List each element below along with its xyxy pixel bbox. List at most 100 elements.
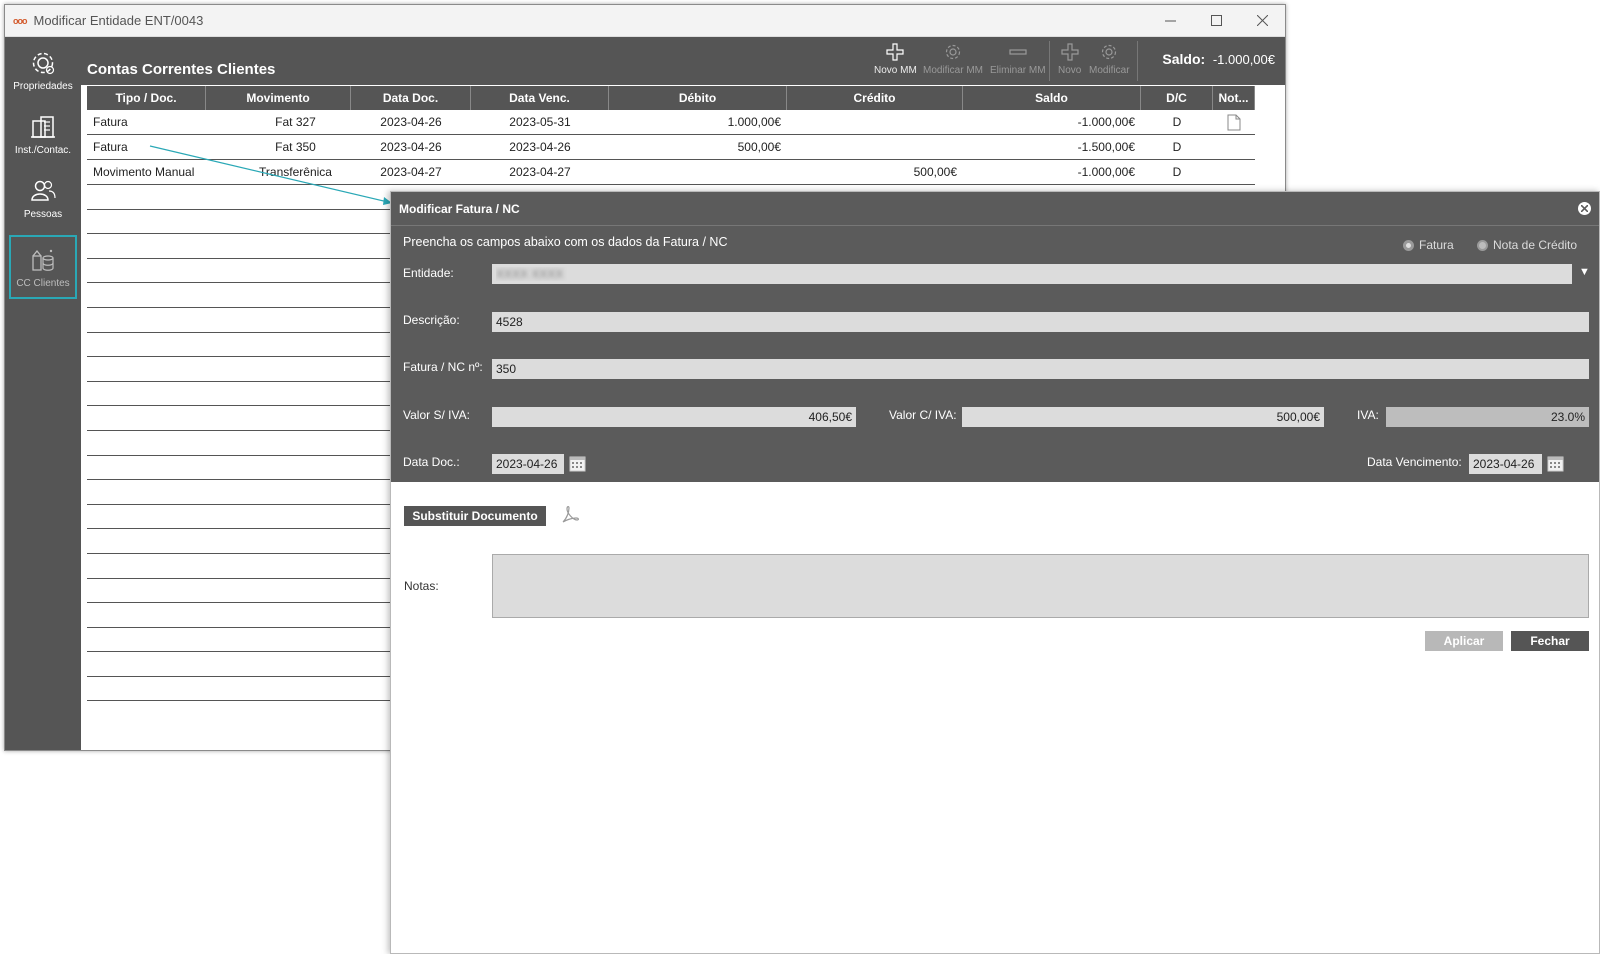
column-header-data-doc[interactable]: Data Doc. <box>351 86 471 110</box>
chevron-down-icon[interactable]: ▼ <box>1579 266 1590 278</box>
modificar-button[interactable]: Modificar <box>1089 43 1130 76</box>
entidade-select[interactable] <box>492 264 1572 284</box>
radio-fatura[interactable]: Fatura <box>1403 238 1454 252</box>
cell-saldo: -1.000,00€ <box>1077 115 1135 129</box>
sidebar-item-inst-contac[interactable]: Inst./Contac. <box>9 103 77 165</box>
empty-row <box>87 554 397 579</box>
novo-mm-button[interactable]: Novo MM <box>874 43 917 76</box>
fechar-button[interactable]: Fechar <box>1511 631 1589 651</box>
sidebar-item-label: CC Clientes <box>16 277 70 289</box>
saldo-value: -1.000,00€ <box>1212 52 1275 67</box>
radio-nota-credito[interactable]: Nota de Crédito <box>1477 238 1577 252</box>
fatura-nc-label: Fatura / NC nº: <box>403 360 483 374</box>
empty-row <box>87 505 397 530</box>
cell-dc: D <box>1172 115 1182 129</box>
calendar-icon[interactable] <box>569 455 586 472</box>
column-header-notas[interactable]: Not... <box>1213 86 1255 110</box>
column-header-tipo[interactable]: Tipo / Doc. <box>87 86 206 110</box>
column-header-dc[interactable]: D/C <box>1141 86 1213 110</box>
close-icon <box>1256 15 1268 26</box>
saldo-label: Saldo: <box>1162 51 1206 67</box>
cell-debito: 500,00€ <box>737 140 781 154</box>
cell-data-venc: 2023-04-26 <box>509 140 571 154</box>
data-vencimento-input[interactable] <box>1469 454 1542 474</box>
title-bar[interactable]: ooo Modificar Entidade ENT/0043 <box>5 5 1285 37</box>
iva-input[interactable] <box>1386 407 1589 427</box>
sidebar-item-propriedades[interactable]: Propriedades <box>9 39 77 101</box>
window-controls <box>1147 5 1285 37</box>
descricao-input[interactable] <box>492 312 1589 332</box>
modificar-label: Modificar <box>1089 65 1130 76</box>
cell-tipo: Fatura <box>93 115 128 129</box>
column-header-credito[interactable]: Crédito <box>787 86 963 110</box>
data-doc-input[interactable] <box>492 454 564 474</box>
minimize-icon <box>1164 20 1176 22</box>
column-header-saldo[interactable]: Saldo <box>963 86 1141 110</box>
novo-button[interactable]: Novo <box>1058 43 1081 76</box>
plus-icon <box>1061 43 1079 61</box>
table-row[interactable]: Fatura Fat 350 2023-04-26 2023-04-26 500… <box>87 135 1255 160</box>
section-title: Contas Correntes Clientes <box>87 61 276 78</box>
cell-credito <box>787 110 963 134</box>
cell-credito <box>787 135 963 159</box>
sidebar: Propriedades Inst./Contac. Pessoas CC Cl… <box>5 37 81 750</box>
close-button[interactable] <box>1239 5 1285 37</box>
empty-row <box>87 382 397 407</box>
cell-credito: 500,00€ <box>913 165 957 179</box>
sidebar-item-cc-clientes[interactable]: CC Clientes <box>9 235 77 299</box>
fatura-nc-input[interactable] <box>492 359 1589 379</box>
cell-movimento: Fat 327 <box>275 115 316 129</box>
column-header-movimento[interactable]: Movimento <box>206 86 351 110</box>
empty-row <box>87 652 397 677</box>
cell-data-doc: 2023-04-26 <box>380 140 442 154</box>
column-header-data-venc[interactable]: Data Venc. <box>471 86 609 110</box>
table-row[interactable]: Fatura Fat 327 2023-04-26 2023-05-31 1.0… <box>87 110 1255 135</box>
empty-row <box>87 406 397 431</box>
empty-row <box>87 603 397 628</box>
table-row[interactable]: Movimento Manual Transferênica 2023-04-2… <box>87 160 1255 185</box>
dialog-title: Modificar Fatura / NC <box>399 201 520 216</box>
calendar-icon[interactable] <box>1547 455 1564 472</box>
eliminar-mm-label: Eliminar MM <box>990 65 1046 76</box>
cell-debito <box>609 160 787 184</box>
empty-row <box>87 234 397 259</box>
toolbar: Contas Correntes Clientes Novo MM Modifi… <box>81 37 1285 85</box>
gear-icon <box>32 52 55 74</box>
cell-dc: D <box>1172 140 1182 154</box>
sidebar-item-label: Propriedades <box>13 80 73 92</box>
dialog-subtitle: Preencha os campos abaixo com os dados d… <box>403 235 728 249</box>
valor-c-iva-input[interactable] <box>962 407 1324 427</box>
cell-saldo: -1.000,00€ <box>1077 165 1135 179</box>
saldo-display: Saldo: -1.000,00€ <box>1162 51 1275 67</box>
minimize-button[interactable] <box>1147 5 1193 37</box>
empty-row <box>87 185 397 210</box>
sidebar-item-pessoas[interactable]: Pessoas <box>9 167 77 229</box>
pdf-icon[interactable] <box>559 504 581 526</box>
toolbar-separator <box>1049 41 1050 81</box>
cell-notas[interactable] <box>1213 110 1255 134</box>
document-icon[interactable] <box>1227 114 1241 131</box>
empty-row <box>87 677 397 702</box>
modificar-mm-label: Modificar MM <box>923 65 984 76</box>
data-vencimento-label: Data Vencimento: <box>1367 455 1462 469</box>
iva-label: IVA: <box>1357 408 1379 422</box>
valor-s-iva-label: Valor S/ IVA: <box>403 408 470 422</box>
modificar-mm-button[interactable]: Modificar MM <box>923 43 983 76</box>
eliminar-mm-button[interactable]: Eliminar MM <box>990 43 1046 76</box>
maximize-button[interactable] <box>1193 5 1239 37</box>
dialog-header[interactable]: Modificar Fatura / NC <box>391 192 1599 226</box>
cell-tipo: Fatura <box>93 140 128 154</box>
empty-row <box>87 579 397 604</box>
empty-row <box>87 357 397 382</box>
dialog-close-button[interactable] <box>1578 202 1591 215</box>
substituir-documento-button[interactable]: Substituir Documento <box>404 506 546 526</box>
notas-input[interactable] <box>492 554 1589 618</box>
aplicar-button[interactable]: Aplicar <box>1425 631 1503 651</box>
window-title: Modificar Entidade ENT/0043 <box>33 13 204 28</box>
column-header-debito[interactable]: Débito <box>609 86 787 110</box>
valor-s-iva-input[interactable] <box>492 407 856 427</box>
descricao-label: Descrição: <box>403 313 460 327</box>
empty-row <box>87 210 397 235</box>
empty-row <box>87 283 397 308</box>
cell-notas <box>1213 135 1255 159</box>
